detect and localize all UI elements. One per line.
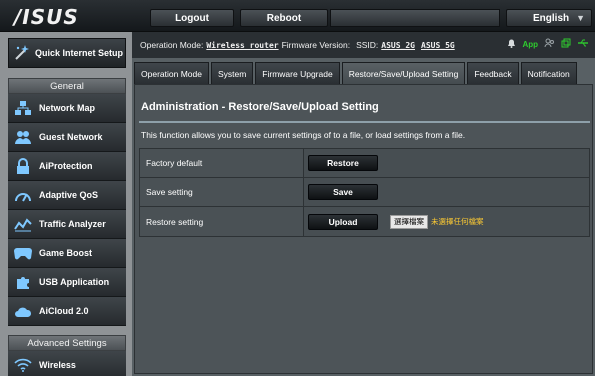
- sidebar-item-usb-application[interactable]: USB Application: [8, 268, 126, 297]
- tab-operation-mode[interactable]: Operation Mode: [134, 62, 209, 84]
- sidebar-item-label: Adaptive QoS: [39, 190, 99, 200]
- copy-icon[interactable]: [561, 38, 571, 50]
- reboot-button[interactable]: Reboot: [240, 9, 328, 27]
- page-description: This function allows you to save current…: [141, 130, 466, 140]
- advanced-settings-section-header: Advanced Settings: [8, 335, 126, 351]
- sidebar-item-label: Game Boost: [39, 248, 93, 258]
- firmware-version-label: Firmware Version:: [281, 40, 351, 50]
- sidebar-item-guest-network[interactable]: Guest Network: [8, 123, 126, 152]
- network-map-icon: [8, 94, 38, 122]
- title-divider: [139, 121, 590, 123]
- status-bar: Operation Mode: Wireless router Firmware…: [132, 32, 595, 58]
- language-label: English: [533, 12, 570, 24]
- sidebar-item-game-boost[interactable]: Game Boost: [8, 239, 126, 268]
- sidebar-item-wireless[interactable]: Wireless: [8, 351, 126, 376]
- sidebar-item-network-map[interactable]: Network Map: [8, 94, 126, 123]
- table-row: Save setting Save: [140, 178, 589, 207]
- restore-button[interactable]: Restore: [308, 155, 378, 171]
- tab-feedback[interactable]: Feedback: [467, 62, 519, 84]
- ssid-label: SSID:: [356, 40, 379, 50]
- general-section-header: General: [8, 78, 126, 94]
- speedometer-icon: [8, 181, 38, 209]
- factory-default-label: Factory default: [140, 149, 304, 177]
- gamepad-icon: [8, 239, 38, 267]
- bell-icon[interactable]: [507, 38, 516, 50]
- sidebar-item-label: USB Application: [39, 277, 110, 287]
- advanced-menu: Wireless: [8, 351, 126, 376]
- chevron-down-icon: ▼: [576, 13, 585, 23]
- sidebar-item-traffic-analyzer[interactable]: Traffic Analyzer: [8, 210, 126, 239]
- table-row: Restore setting Upload 選擇檔案 未選擇任何檔案: [140, 207, 589, 236]
- restore-setting-label: Restore setting: [140, 207, 304, 236]
- users-icon[interactable]: [544, 38, 555, 50]
- language-selector[interactable]: English ▼: [506, 9, 592, 27]
- quick-internet-setup-button[interactable]: Quick Internet Setup: [8, 38, 126, 68]
- settings-panel: Administration - Restore/Save/Upload Set…: [134, 84, 593, 374]
- operation-mode-label: Operation Mode:: [140, 40, 204, 50]
- logout-button[interactable]: Logout: [150, 9, 234, 27]
- sidebar-item-label: Wireless: [39, 360, 76, 370]
- top-bar-filler: [330, 9, 500, 27]
- magic-wand-icon: [9, 39, 35, 67]
- traffic-chart-icon: [8, 210, 38, 238]
- sidebar: Quick Internet Setup General Network Map…: [0, 32, 132, 376]
- lock-icon: [8, 152, 38, 180]
- tab-firmware-upgrade[interactable]: Firmware Upgrade: [255, 62, 340, 84]
- file-status-text: 未選擇任何檔案: [431, 217, 484, 226]
- upload-button[interactable]: Upload: [308, 213, 378, 230]
- sidebar-item-label: Network Map: [39, 103, 96, 113]
- sidebar-item-adaptive-qos[interactable]: Adaptive QoS: [8, 181, 126, 210]
- sidebar-item-aiprotection[interactable]: AiProtection: [8, 152, 126, 181]
- sidebar-item-label: Guest Network: [39, 132, 103, 142]
- ssid-24g-link[interactable]: ASUS_2G: [381, 41, 415, 50]
- tab-system[interactable]: System: [210, 62, 254, 84]
- save-setting-label: Save setting: [140, 178, 304, 206]
- puzzle-icon: [8, 268, 38, 296]
- choose-file-button[interactable]: 選擇檔案: [390, 214, 428, 229]
- tab-notification[interactable]: Notification: [520, 62, 577, 84]
- tab-bar: Operation Mode System Firmware Upgrade R…: [132, 62, 595, 84]
- app-label[interactable]: App: [522, 40, 538, 49]
- sidebar-item-aicloud[interactable]: AiCloud 2.0: [8, 297, 126, 326]
- ssid-5g-link[interactable]: ASUS_5G: [421, 41, 455, 50]
- general-menu: Network Map Guest Network AiProtection A…: [8, 94, 126, 326]
- status-icons: App: [507, 38, 589, 50]
- sidebar-item-label: AiCloud 2.0: [39, 306, 89, 316]
- sidebar-item-label: Traffic Analyzer: [39, 219, 106, 229]
- table-row: Factory default Restore: [140, 149, 589, 178]
- cloud-icon: [8, 297, 38, 325]
- operation-mode-link[interactable]: Wireless router: [206, 41, 278, 50]
- save-button[interactable]: Save: [308, 184, 378, 200]
- settings-table: Factory default Restore Save setting Sav…: [139, 148, 590, 237]
- guest-network-icon: [8, 123, 38, 151]
- top-bar: /ISUS Logout Reboot English ▼: [0, 0, 595, 32]
- quick-internet-setup-label: Quick Internet Setup: [35, 48, 124, 58]
- main-content: Operation Mode: Wireless router Firmware…: [132, 32, 595, 376]
- page-title: Administration - Restore/Save/Upload Set…: [141, 101, 379, 113]
- wifi-icon: [8, 351, 38, 376]
- asus-logo: /ISUS: [14, 5, 79, 29]
- usb-icon[interactable]: [577, 38, 589, 50]
- tab-restore-save-upload[interactable]: Restore/Save/Upload Setting: [341, 62, 466, 84]
- sidebar-item-label: AiProtection: [39, 161, 93, 171]
